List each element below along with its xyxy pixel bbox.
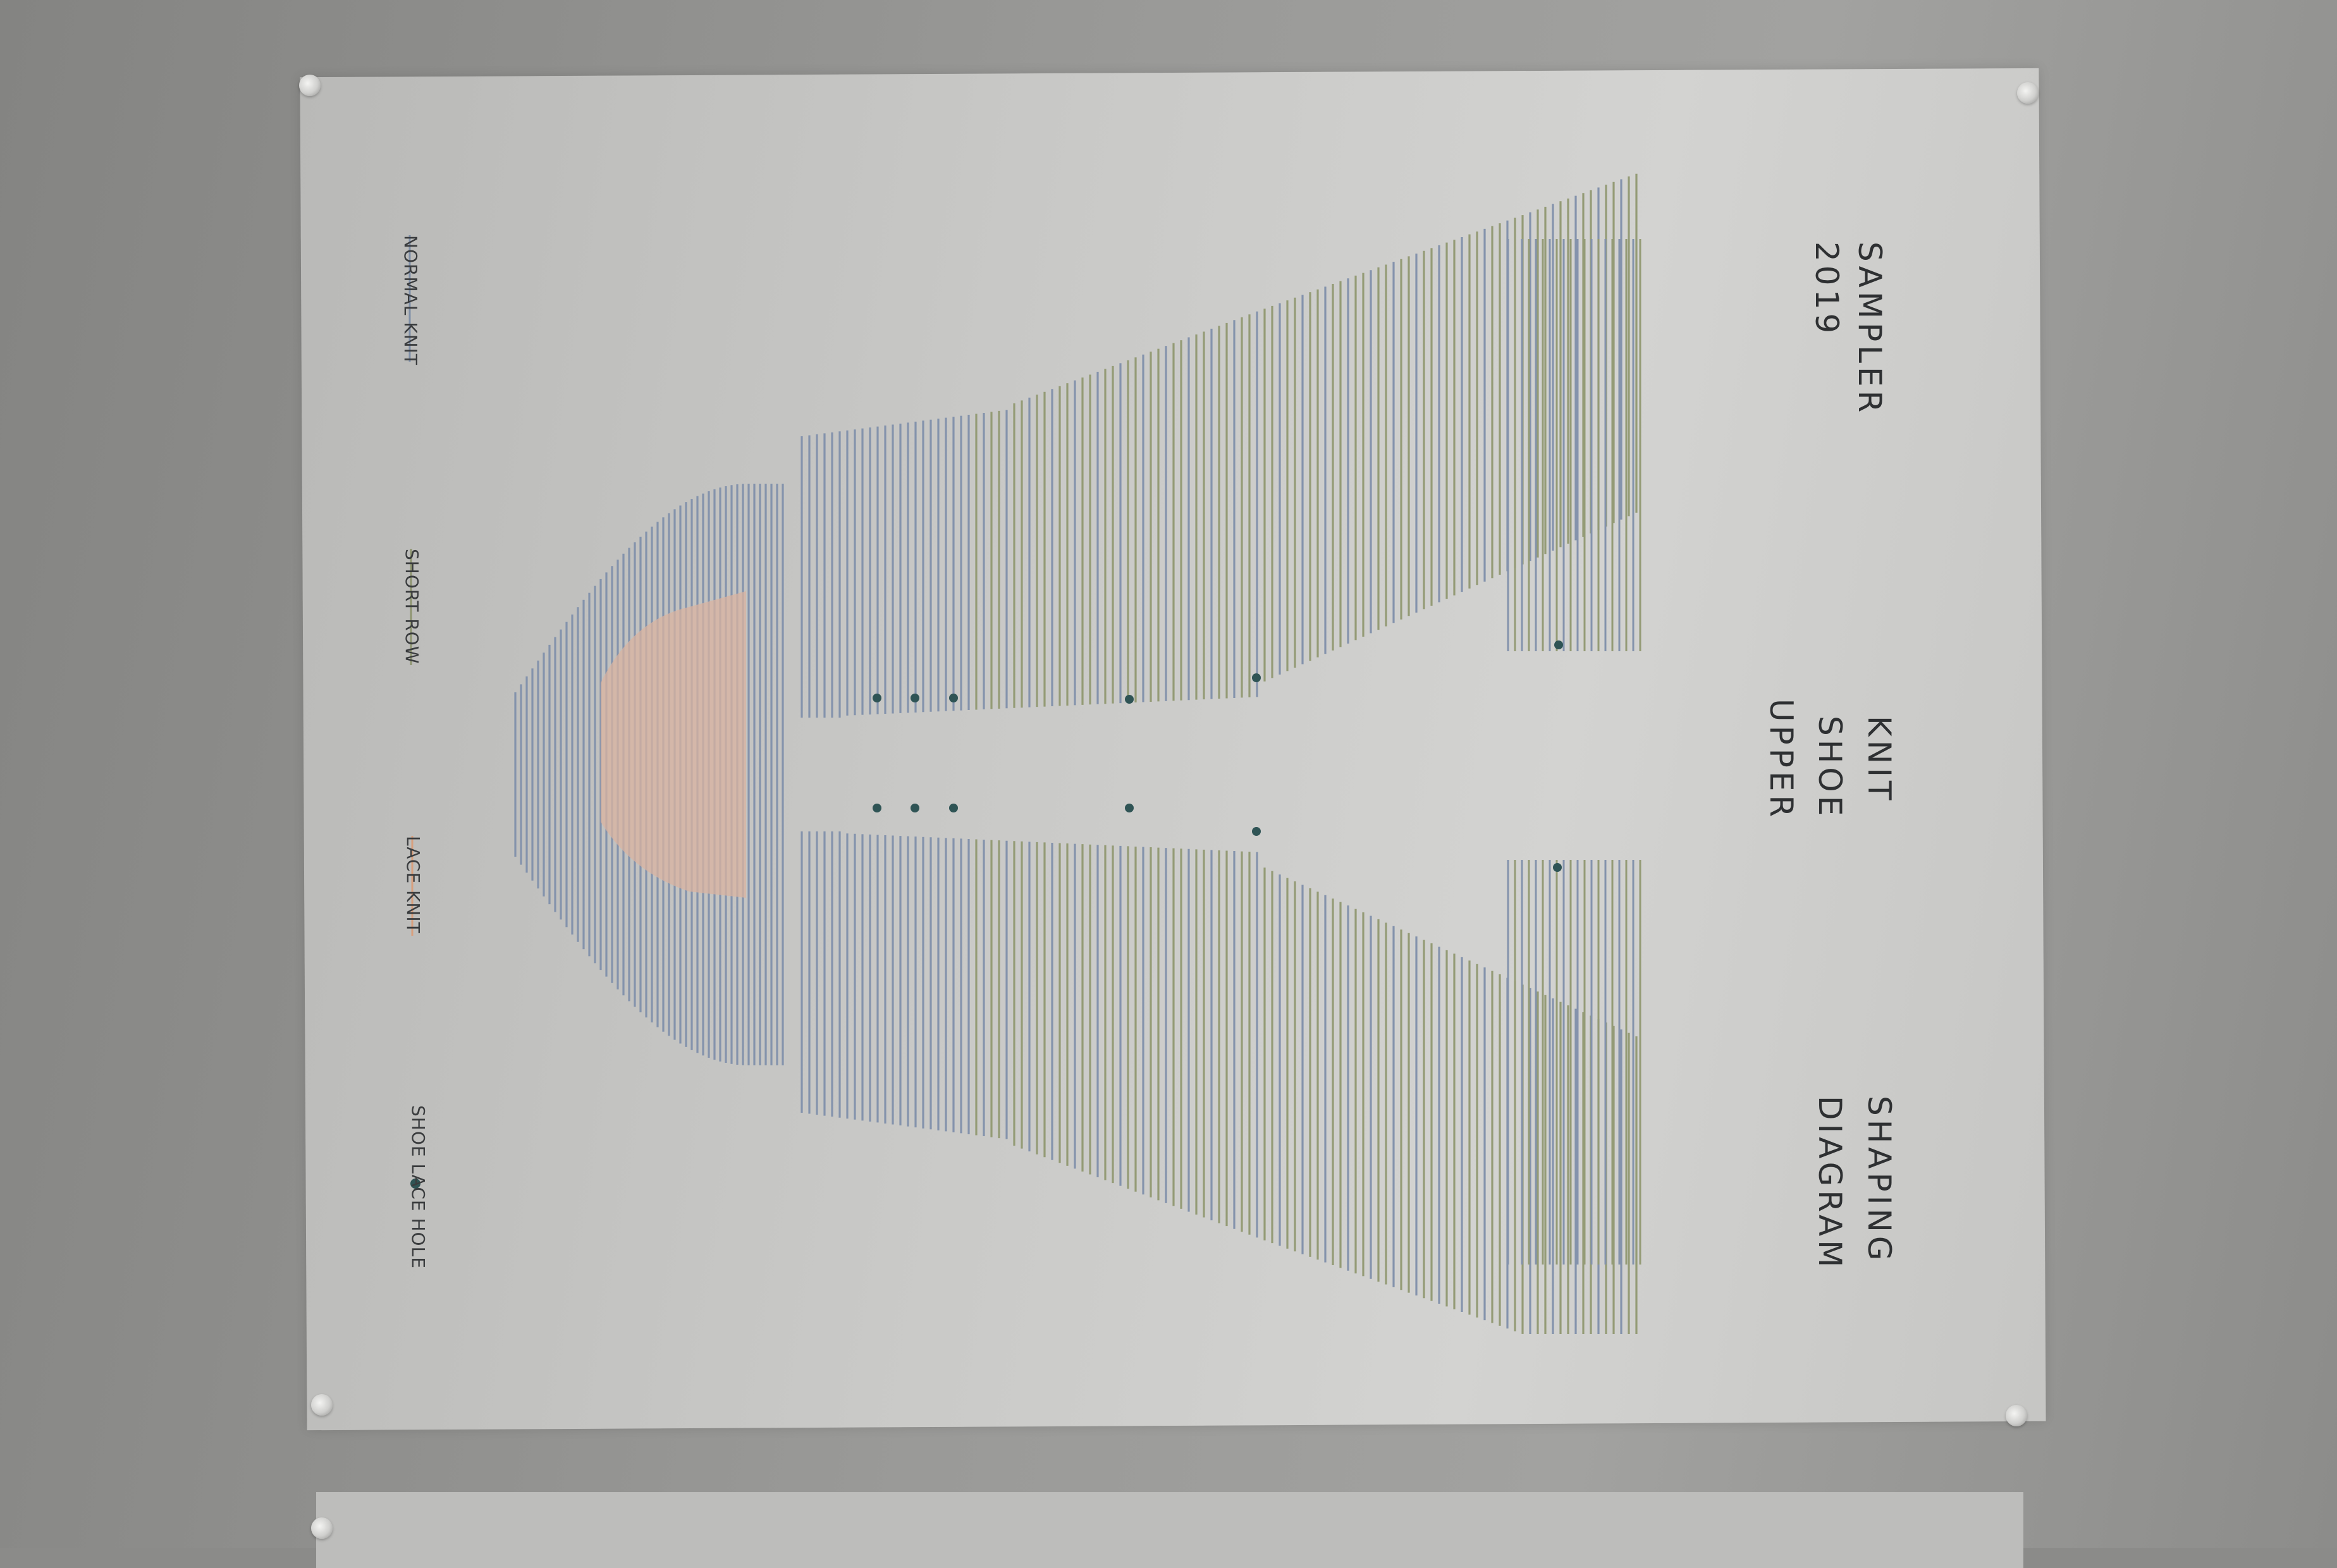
legend-normal-knit-label: NORMAL KNIT — [400, 235, 421, 365]
shoe-lace-hole — [911, 694, 919, 702]
header-diagram: DIAGRAM — [1812, 1096, 1848, 1271]
shoe-lace-hole — [1554, 640, 1563, 649]
legend-lace-knit-label: LACE KNIT — [403, 836, 424, 934]
header-sampler: SAMPLER — [1851, 242, 1888, 416]
shoe-lace-hole — [1553, 863, 1562, 872]
legend: NORMAL KNIT SHORT ROW LACE KNIT SHOE LAC… — [400, 235, 429, 1269]
shoe-lace-hole — [911, 804, 919, 812]
shoe-lace-hole — [949, 694, 958, 702]
header-shaping: SHAPING — [1861, 1096, 1898, 1265]
shaping-diagram: SAMPLER 2019 KNIT SHOE UPPER SHAPING DIA… — [400, 173, 1898, 1334]
legend-normal-knit: NORMAL KNIT — [400, 235, 421, 365]
shoe-lace-hole — [873, 804, 881, 812]
header-year: 2019 — [1808, 242, 1845, 337]
header-upper: UPPER — [1763, 699, 1800, 821]
shoe-lace-hole — [873, 694, 881, 702]
header-knit: KNIT — [1861, 716, 1898, 804]
legend-short-row: SHORT ROW — [402, 549, 422, 665]
shoe-lace-hole — [1252, 673, 1261, 682]
shoe-lace-hole — [1252, 827, 1261, 836]
shoe-lace-hole — [1125, 804, 1134, 812]
legend-shoe-lace-hole-label: SHOE LACE HOLE — [408, 1105, 429, 1269]
header-shoe: SHOE — [1812, 716, 1848, 819]
shoe-lace-hole — [1125, 695, 1134, 704]
shoe-lace-hole — [949, 804, 958, 812]
legend-short-row-label: SHORT ROW — [402, 549, 422, 664]
legend-shoe-lace-hole: SHOE LACE HOLE — [408, 1105, 429, 1269]
legend-lace-knit: LACE KNIT — [403, 836, 424, 936]
